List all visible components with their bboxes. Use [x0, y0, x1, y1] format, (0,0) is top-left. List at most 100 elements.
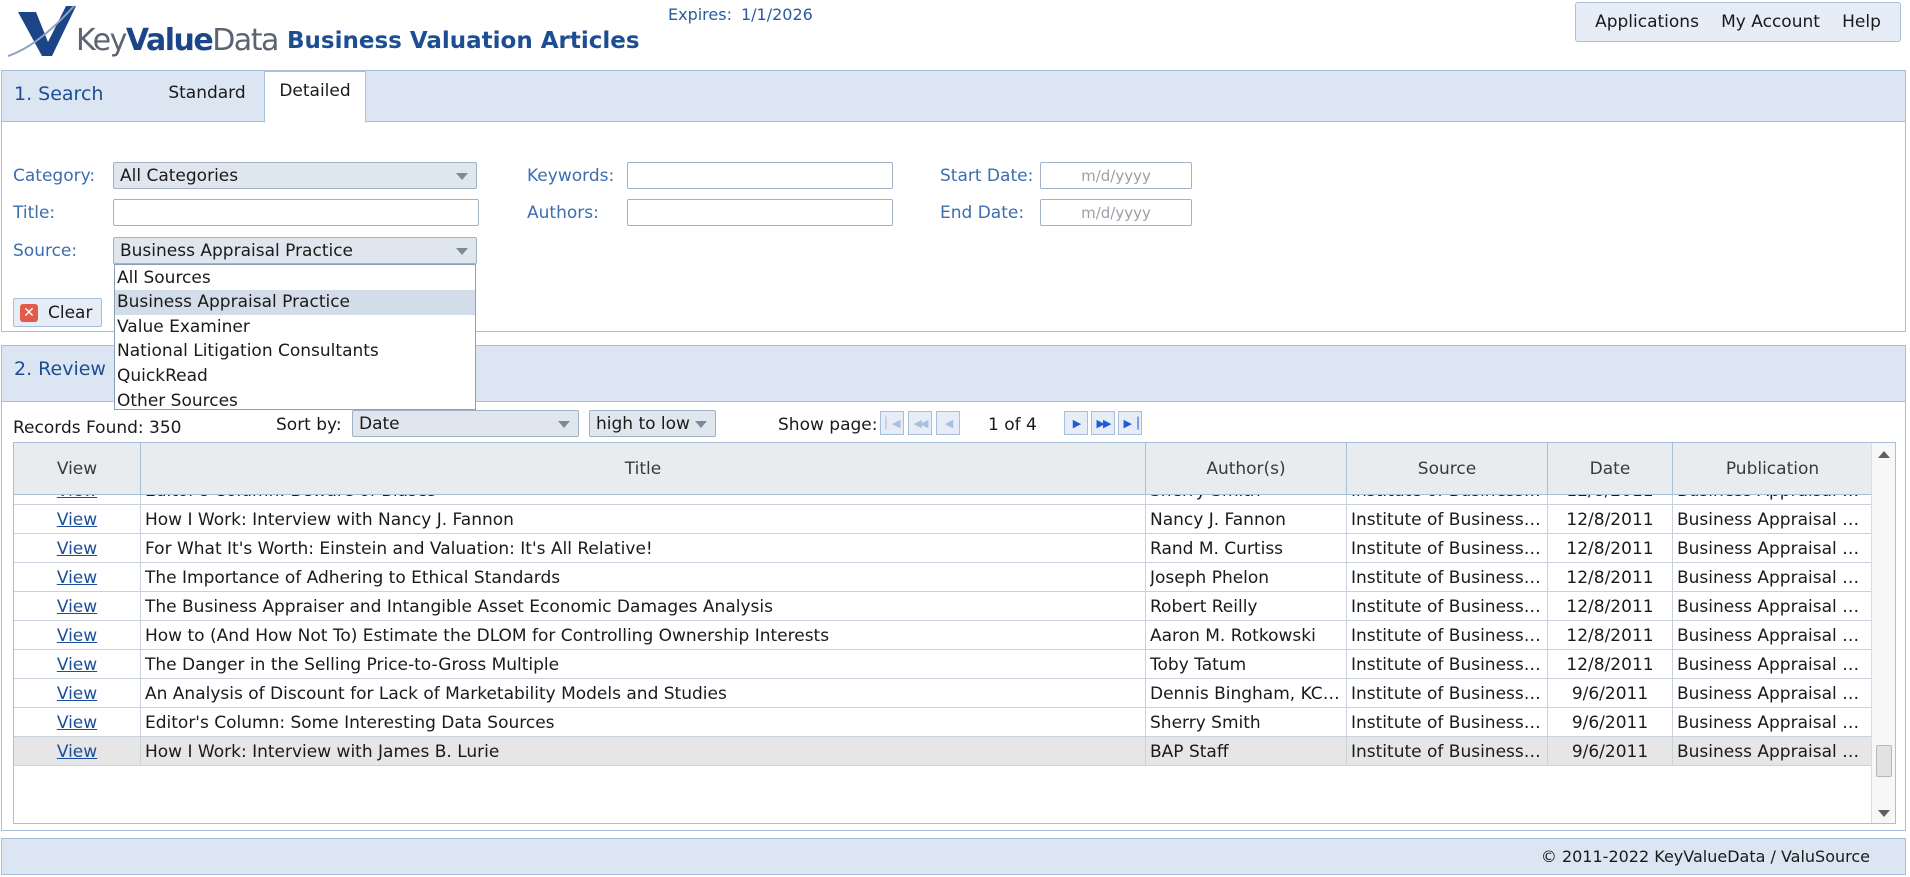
- cell-date-text: 12/8/2011: [1566, 495, 1653, 501]
- view-link[interactable]: View: [57, 597, 97, 617]
- table-row[interactable]: View Editor's Column: Beware of Biases She…: [14, 495, 1872, 505]
- source-option[interactable]: All Sources: [115, 265, 475, 290]
- cell-source-text: Institute of Business Appraisers: [1351, 567, 1543, 588]
- table-row[interactable]: View How I Work: Interview with Nancy J. …: [14, 505, 1872, 534]
- records-found-count: 350: [149, 418, 182, 438]
- cell-author: Toby Tatum: [1146, 650, 1347, 679]
- first-page-icon[interactable]: ▏◀: [880, 411, 904, 435]
- cell-author: Nancy J. Fannon: [1146, 505, 1347, 534]
- col-source[interactable]: Source: [1347, 443, 1548, 495]
- view-link[interactable]: View: [57, 510, 97, 530]
- cell-title-text: How I Work: Interview with Nancy J. Fann…: [145, 509, 514, 530]
- source-option[interactable]: QuickRead: [115, 363, 475, 388]
- nav-applications[interactable]: Applications: [1595, 12, 1699, 32]
- table-row[interactable]: View How to (And How Not To) Estimate the…: [14, 621, 1872, 650]
- table-row[interactable]: View How I Work: Interview with James B. …: [14, 737, 1872, 766]
- view-link[interactable]: View: [57, 539, 97, 559]
- cell-date-text: 12/8/2011: [1566, 509, 1654, 530]
- cell-view: View: [14, 495, 141, 505]
- cell-publication-text: Business Appraisal Practice: [1677, 567, 1868, 588]
- tab-detailed[interactable]: Detailed: [264, 71, 366, 123]
- view-link[interactable]: View: [57, 626, 97, 646]
- last-page-icon[interactable]: ▶▕: [1118, 411, 1142, 435]
- table-row[interactable]: View For What It's Worth: Einstein and Va…: [14, 534, 1872, 563]
- col-date[interactable]: Date: [1548, 443, 1673, 495]
- col-title[interactable]: Title: [141, 443, 1146, 495]
- category-select[interactable]: All Categories: [113, 162, 477, 189]
- nav-my-account[interactable]: My Account: [1721, 12, 1820, 32]
- authors-input[interactable]: [627, 199, 893, 226]
- cell-source-text: Institute of Business Appraisers: [1351, 683, 1543, 704]
- source-select[interactable]: Business Appraisal Practice: [113, 237, 477, 264]
- search-panel-header: 1. Search Standard Detailed: [2, 71, 1905, 123]
- chevron-down-icon: [456, 173, 468, 180]
- table-row[interactable]: View Editor's Column: Some Interesting Da…: [14, 708, 1872, 737]
- source-option[interactable]: National Litigation Consultants: [115, 339, 475, 364]
- cell-source-text: Institute of Business Appraisers: [1351, 538, 1543, 559]
- cell-publication: Business Appraisal Practice: [1673, 495, 1872, 505]
- review-panel-title: 2. Review: [14, 358, 106, 380]
- view-link[interactable]: View: [57, 568, 97, 588]
- cell-source: Institute of Business Appraisers: [1347, 534, 1548, 563]
- table-row[interactable]: View The Importance of Adhering to Ethica…: [14, 563, 1872, 592]
- source-option[interactable]: Other Sources: [115, 388, 475, 413]
- sort-field-select[interactable]: Date: [352, 410, 579, 437]
- cell-date: 12/8/2011: [1548, 592, 1673, 621]
- cell-title-text: Editor's Column: Some Interesting Data S…: [145, 712, 555, 733]
- col-authors[interactable]: Author(s): [1146, 443, 1347, 495]
- scroll-up-icon[interactable]: [1878, 451, 1890, 458]
- scroll-down-icon[interactable]: [1878, 810, 1890, 817]
- cell-publication-text: Business Appraisal Practice: [1677, 654, 1868, 675]
- cell-title: Editor's Column: Beware of Biases: [141, 495, 1146, 505]
- cell-view: View: [14, 592, 141, 621]
- start-date-input[interactable]: m/d/yyyy: [1040, 162, 1192, 189]
- title-input[interactable]: [113, 199, 479, 226]
- cell-view: View: [14, 505, 141, 534]
- cell-date-text: 12/8/2011: [1566, 596, 1654, 617]
- table-row[interactable]: View An Analysis of Discount for Lack of …: [14, 679, 1872, 708]
- cell-title: How to (And How Not To) Estimate the DLO…: [141, 621, 1146, 650]
- logo-wordmark: KeyValueData: [76, 23, 279, 58]
- col-view[interactable]: View: [14, 443, 141, 495]
- cell-author-text: Sherry Smith: [1150, 712, 1261, 733]
- view-link[interactable]: View: [57, 684, 97, 704]
- next-page-icon[interactable]: ▶: [1064, 411, 1088, 435]
- cell-author: Robert Reilly: [1146, 592, 1347, 621]
- app-title: Business Valuation Articles: [287, 28, 640, 54]
- cell-date-text: 9/6/2011: [1571, 683, 1649, 704]
- view-link[interactable]: View: [57, 655, 97, 675]
- prev-page-icon[interactable]: ◀: [936, 411, 960, 435]
- cell-author-text: Rand M. Curtiss: [1150, 538, 1284, 559]
- sort-order-select[interactable]: high to low: [589, 410, 716, 437]
- cell-title: The Business Appraiser and Intangible As…: [141, 592, 1146, 621]
- cell-publication-text: Business Appraisal Practice: [1677, 509, 1868, 530]
- prev-fast-icon[interactable]: ◀◀: [908, 411, 932, 435]
- nav-help[interactable]: Help: [1842, 12, 1881, 32]
- cell-title: Editor's Column: Some Interesting Data S…: [141, 708, 1146, 737]
- source-option[interactable]: Business Appraisal Practice: [115, 289, 475, 315]
- keywords-input[interactable]: [627, 162, 893, 189]
- chevron-down-icon: [695, 421, 707, 428]
- cell-author-text: Nancy J. Fannon: [1150, 509, 1286, 530]
- col-publication[interactable]: Publication: [1673, 443, 1872, 495]
- cell-date-text: 12/8/2011: [1566, 625, 1654, 646]
- tab-standard[interactable]: Standard: [152, 72, 262, 114]
- next-fast-icon[interactable]: ▶▶: [1091, 411, 1115, 435]
- table-row[interactable]: View The Business Appraiser and Intangibl…: [14, 592, 1872, 621]
- view-link[interactable]: View: [57, 495, 97, 501]
- cell-source: Institute of Business Appraisers: [1347, 495, 1548, 505]
- table-scrollbar[interactable]: [1871, 443, 1895, 823]
- scroll-thumb[interactable]: [1876, 745, 1892, 777]
- category-select-value: All Categories: [120, 165, 239, 186]
- cell-date-text: 12/8/2011: [1566, 654, 1654, 675]
- cell-title-text: The Business Appraiser and Intangible As…: [145, 596, 773, 617]
- cell-date: 9/6/2011: [1548, 679, 1673, 708]
- view-link[interactable]: View: [57, 713, 97, 733]
- table-row[interactable]: View The Danger in the Selling Price-to-G…: [14, 650, 1872, 679]
- cell-author: Dennis Bingham, KC Conway: [1146, 679, 1347, 708]
- end-date-input[interactable]: m/d/yyyy: [1040, 199, 1192, 226]
- source-option[interactable]: Value Examiner: [115, 314, 475, 339]
- clear-button[interactable]: ✕ Clear: [13, 298, 102, 327]
- view-link[interactable]: View: [57, 742, 97, 762]
- cell-title: How I Work: Interview with Nancy J. Fann…: [141, 505, 1146, 534]
